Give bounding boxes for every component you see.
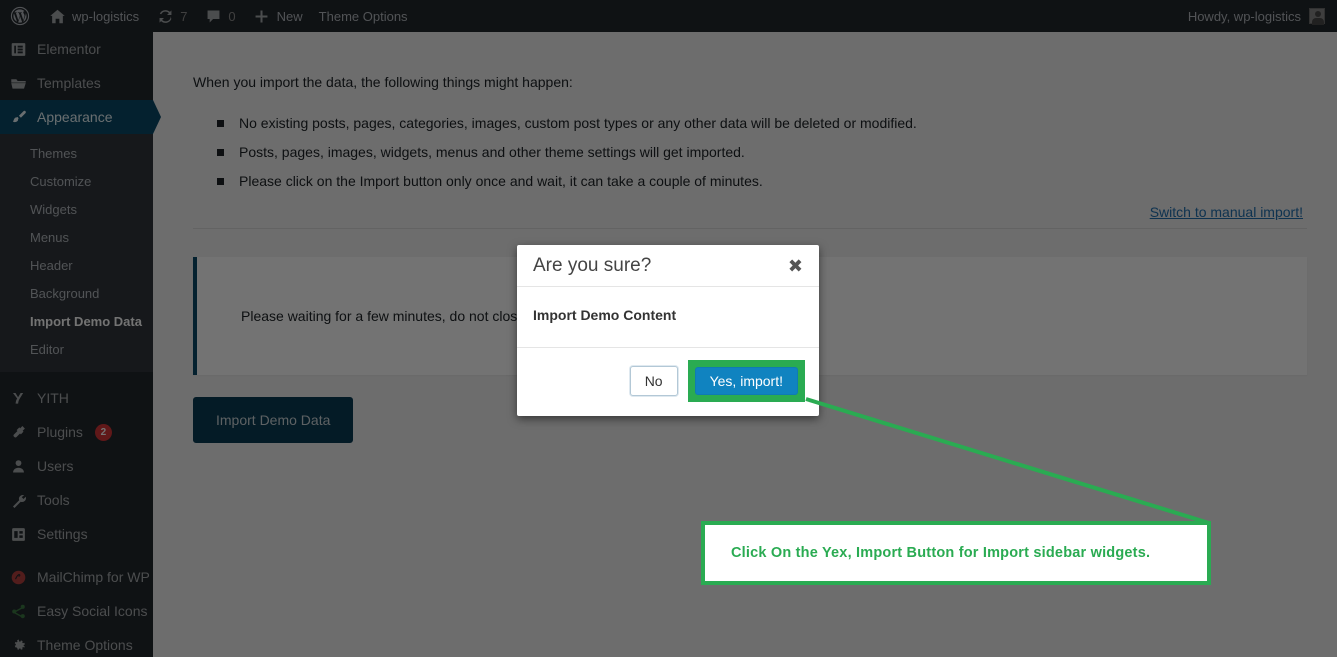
sidebar-item-templates[interactable]: Templates <box>0 66 153 100</box>
folder-icon <box>8 73 28 93</box>
site-name-menu[interactable]: wp-logistics <box>39 0 147 32</box>
comments-count: 0 <box>228 8 236 24</box>
modal-body: Import Demo Content <box>517 287 819 348</box>
sidebar-item-settings[interactable]: Settings <box>0 517 153 551</box>
sidebar-item-customize[interactable]: Customize <box>0 168 153 196</box>
sidebar-item-theme-options[interactable]: Theme Options <box>0 628 153 657</box>
sidebar-item-label: MailChimp for WP <box>37 568 150 585</box>
divider <box>193 228 1307 229</box>
sidebar-item-easy-social-icons[interactable]: Easy Social Icons <box>0 594 153 628</box>
appearance-submenu: Themes Customize Widgets Menus Header Ba… <box>0 134 153 372</box>
sidebar-item-users[interactable]: Users <box>0 449 153 483</box>
list-item: Please click on the Import button only o… <box>217 171 1307 192</box>
comments-menu[interactable]: 0 <box>195 0 243 32</box>
yes-import-button[interactable]: Yes, import! <box>694 367 798 395</box>
import-demo-data-button[interactable]: Import Demo Data <box>193 397 354 443</box>
yith-icon <box>8 388 28 408</box>
home-icon <box>47 6 67 26</box>
user-icon <box>8 456 28 476</box>
sidebar-item-appearance[interactable]: Appearance <box>0 100 161 134</box>
modal-title: Are you sure? <box>533 254 652 276</box>
new-label: New <box>276 8 303 24</box>
wrench-icon <box>8 490 28 510</box>
updates-count: 7 <box>180 8 188 24</box>
modal-footer: No Yes, import! <box>517 348 819 416</box>
plus-icon <box>252 6 272 26</box>
close-icon[interactable]: ✖ <box>788 257 803 275</box>
sidebar-item-elementor[interactable]: Elementor <box>0 32 153 66</box>
list-item: Posts, pages, images, widgets, menus and… <box>217 142 1307 163</box>
sidebar-item-editor[interactable]: Editor <box>0 336 153 364</box>
sidebar-item-label: Elementor <box>37 40 101 57</box>
site-name-label: wp-logistics <box>72 8 140 24</box>
sidebar-item-label: Templates <box>37 74 101 91</box>
sidebar-item-label: Appearance <box>37 108 113 125</box>
modal-body-text: Import Demo Content <box>533 307 677 323</box>
yes-import-highlight: Yes, import! <box>687 360 805 402</box>
elementor-icon <box>8 39 28 59</box>
howdy-label: Howdy, wp-logistics <box>1187 8 1301 24</box>
paintbrush-icon <box>8 107 28 127</box>
plugins-update-badge: 2 <box>94 423 112 441</box>
mailchimp-icon <box>8 567 28 587</box>
import-intro-text: When you import the data, the following … <box>193 74 573 90</box>
sidebar-separator <box>0 372 153 381</box>
comment-bubble-icon <box>203 6 223 26</box>
annotation-callout: Click On the Yex, Import Button for Impo… <box>701 521 1211 585</box>
admin-bar: wp-logistics 7 0 New Theme Options Howdy… <box>0 0 1337 32</box>
sidebar-item-header[interactable]: Header <box>0 252 153 280</box>
sidebar-item-label: Users <box>37 457 74 474</box>
avatar <box>1309 8 1325 25</box>
sidebar-item-label: Easy Social Icons <box>37 602 148 619</box>
sidebar-item-label: Settings <box>37 525 88 542</box>
theme-options-label: Theme Options <box>318 8 408 24</box>
sidebar-item-label: Tools <box>37 491 70 508</box>
sidebar-item-plugins[interactable]: Plugins 2 <box>0 415 153 449</box>
wordpress-logo-icon[interactable] <box>0 0 39 32</box>
sidebar-item-import-demo-data[interactable]: Import Demo Data <box>0 308 153 336</box>
no-button[interactable]: No <box>629 366 678 396</box>
sidebar-separator-2 <box>0 551 153 560</box>
plug-icon <box>8 422 28 442</box>
sidebar-item-label: Plugins <box>37 423 83 440</box>
sidebar-item-widgets[interactable]: Widgets <box>0 196 153 224</box>
switch-to-manual-import-link[interactable]: Switch to manual import! <box>1150 204 1303 220</box>
annotation-text: Click On the Yex, Import Button for Impo… <box>731 545 1151 561</box>
sidebar-item-tools[interactable]: Tools <box>0 483 153 517</box>
theme-options-menu[interactable]: Theme Options <box>311 0 416 32</box>
import-notes-list: No existing posts, pages, categories, im… <box>217 113 1307 192</box>
sidebar-item-menus[interactable]: Menus <box>0 224 153 252</box>
modal-header: Are you sure? ✖ <box>517 245 819 287</box>
sidebar-item-background[interactable]: Background <box>0 280 153 308</box>
new-content-menu[interactable]: New <box>244 0 311 32</box>
screen: wp-logistics 7 0 New Theme Options Howdy… <box>0 0 1337 657</box>
sidebar-item-label: Theme Options <box>37 636 133 653</box>
sidebar-item-themes[interactable]: Themes <box>0 140 153 168</box>
updates-icon <box>155 6 175 26</box>
account-menu[interactable]: Howdy, wp-logistics <box>1187 8 1337 25</box>
confirm-modal: Are you sure? ✖ Import Demo Content No Y… <box>517 245 819 416</box>
share-icon <box>8 601 28 621</box>
list-item: No existing posts, pages, categories, im… <box>217 113 1307 134</box>
manual-import-row: Switch to manual import! <box>193 204 1307 222</box>
updates-menu[interactable]: 7 <box>147 0 195 32</box>
sidebar-item-mailchimp-for-wp[interactable]: MailChimp for WP <box>0 560 153 594</box>
sidebar-item-yith[interactable]: YITH <box>0 381 153 415</box>
sidebar-item-label: YITH <box>37 389 69 406</box>
settings-sliders-icon <box>8 524 28 544</box>
admin-sidebar: Elementor Templates Appearance Themes Cu… <box>0 32 161 657</box>
gear-icon <box>8 635 28 655</box>
